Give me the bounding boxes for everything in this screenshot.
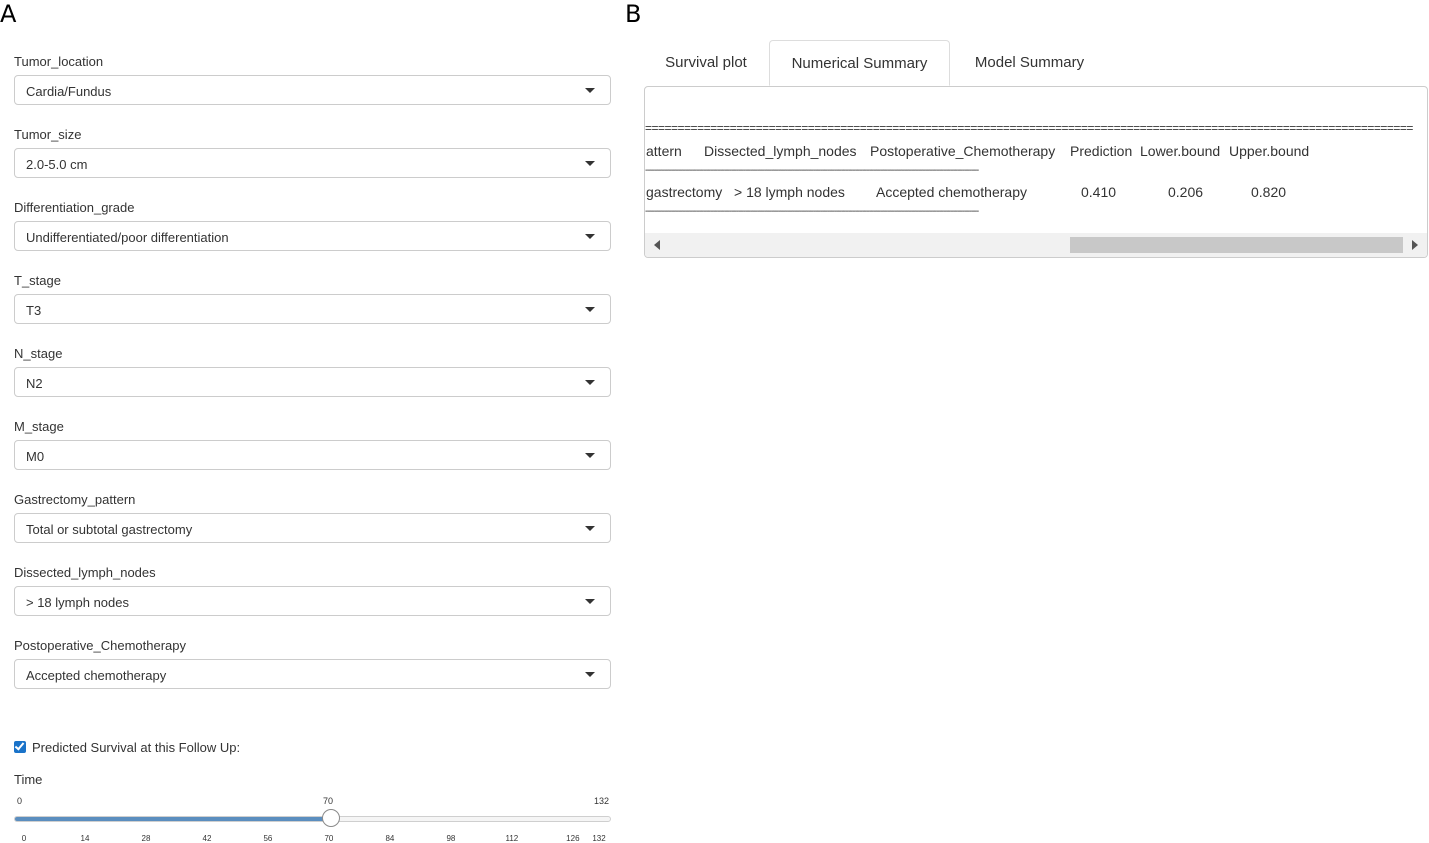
cell-upper-bound: 0.820 bbox=[1251, 184, 1287, 200]
header-dissected-lymph-nodes: Dissected_lymph_nodes bbox=[704, 143, 857, 159]
dissected-lymph-nodes-label: Dissected_lymph_nodes bbox=[14, 565, 156, 580]
caret-down-icon bbox=[585, 672, 595, 677]
slider-max-label: 132 bbox=[594, 796, 610, 806]
tab-survival-plot[interactable]: Survival plot bbox=[644, 40, 768, 86]
tab-numerical-summary[interactable]: Numerical Summary bbox=[769, 40, 950, 86]
postoperative-chemotherapy-select[interactable]: Accepted chemotherapy bbox=[14, 659, 611, 689]
tab-strip: Survival plot Numerical Summary Model Su… bbox=[644, 40, 1428, 86]
caret-down-icon bbox=[585, 307, 595, 312]
select-value: Accepted chemotherapy bbox=[26, 668, 167, 683]
time-slider-track[interactable] bbox=[14, 816, 611, 822]
predicted-survival-checkbox[interactable] bbox=[14, 740, 26, 753]
scrollbar-thumb[interactable] bbox=[1070, 237, 1403, 253]
caret-down-icon bbox=[585, 453, 595, 458]
gastrectomy-pattern-select[interactable]: Total or subtotal gastrectomy bbox=[14, 513, 611, 543]
select-value: T3 bbox=[26, 303, 42, 318]
select-value: N2 bbox=[26, 376, 43, 391]
select-value: Cardia/Fundus bbox=[26, 84, 112, 99]
time-slider-handle[interactable] bbox=[321, 809, 340, 827]
select-value: 2.0-5.0 cm bbox=[26, 157, 88, 172]
slider-value-label: 70 bbox=[323, 796, 334, 806]
n-stage-select[interactable]: N2 bbox=[14, 367, 611, 397]
rule-dash-bottom: ----------------------------------------… bbox=[645, 206, 979, 217]
caret-down-icon bbox=[585, 380, 595, 385]
select-value: > 18 lymph nodes bbox=[26, 595, 129, 610]
differentiation-grade-label: Differentiation_grade bbox=[14, 200, 135, 215]
header-lower-bound: Lower.bound bbox=[1140, 143, 1221, 159]
scroll-left-icon[interactable] bbox=[654, 240, 660, 250]
panel-letter-a: A bbox=[0, 0, 17, 28]
checkmark-icon bbox=[14, 740, 25, 751]
tumor-size-select[interactable]: 2.0-5.0 cm bbox=[14, 148, 611, 178]
header-upper-bound: Upper.bound bbox=[1229, 143, 1310, 159]
caret-down-icon bbox=[585, 88, 595, 93]
cell-prediction: 0.410 bbox=[1081, 184, 1117, 200]
cell-postoperative-chemotherapy: Accepted chemotherapy bbox=[876, 184, 1027, 200]
rule-dash-top: ----------------------------------------… bbox=[645, 165, 979, 176]
time-slider-fill bbox=[15, 817, 331, 821]
tumor-location-label: Tumor_location bbox=[14, 54, 104, 69]
dissected-lymph-nodes-select[interactable]: > 18 lymph nodes bbox=[14, 586, 611, 616]
cell-lower-bound: 0.206 bbox=[1168, 184, 1204, 200]
tab-model-summary[interactable]: Model Summary bbox=[951, 40, 1108, 86]
cell-gastrectomy-pattern: gastrectomy bbox=[646, 184, 723, 200]
tumor-size-label: Tumor_size bbox=[14, 127, 82, 142]
slider-min-label: 0 bbox=[17, 796, 23, 806]
m-stage-label: M_stage bbox=[14, 419, 64, 434]
predicted-survival-label: Predicted Survival at this Follow Up: bbox=[32, 740, 241, 755]
caret-down-icon bbox=[585, 599, 595, 604]
postoperative-chemotherapy-label: Postoperative_Chemotherapy bbox=[14, 638, 186, 653]
header-postoperative-chemotherapy: Postoperative_Chemotherapy bbox=[870, 143, 1056, 159]
tumor-location-select[interactable]: Cardia/Fundus bbox=[14, 75, 611, 105]
t-stage-select[interactable]: T3 bbox=[14, 294, 611, 324]
panel-letter-b: B bbox=[625, 0, 642, 28]
select-value: Total or subtotal gastrectomy bbox=[26, 522, 193, 537]
caret-down-icon bbox=[585, 234, 595, 239]
rule-equals: ========================================… bbox=[645, 121, 1413, 135]
cell-dissected-lymph-nodes: > 18 lymph nodes bbox=[734, 184, 845, 200]
header-gastrectomy-pattern: attern bbox=[646, 143, 682, 159]
caret-down-icon bbox=[585, 526, 595, 531]
select-value: M0 bbox=[26, 449, 45, 464]
m-stage-select[interactable]: M0 bbox=[14, 440, 611, 470]
n-stage-label: N_stage bbox=[14, 346, 63, 361]
t-stage-label: T_stage bbox=[14, 273, 61, 288]
numerical-summary-output: ========================================… bbox=[644, 86, 1428, 258]
header-prediction: Prediction bbox=[1070, 143, 1133, 159]
select-value: Undifferentiated/poor differentiation bbox=[26, 230, 229, 245]
horizontal-scrollbar[interactable] bbox=[645, 233, 1427, 257]
scroll-right-icon[interactable] bbox=[1412, 240, 1418, 250]
caret-down-icon bbox=[585, 161, 595, 166]
differentiation-grade-select[interactable]: Undifferentiated/poor differentiation bbox=[14, 221, 611, 251]
time-label: Time bbox=[14, 772, 43, 787]
gastrectomy-pattern-label: Gastrectomy_pattern bbox=[14, 492, 136, 507]
